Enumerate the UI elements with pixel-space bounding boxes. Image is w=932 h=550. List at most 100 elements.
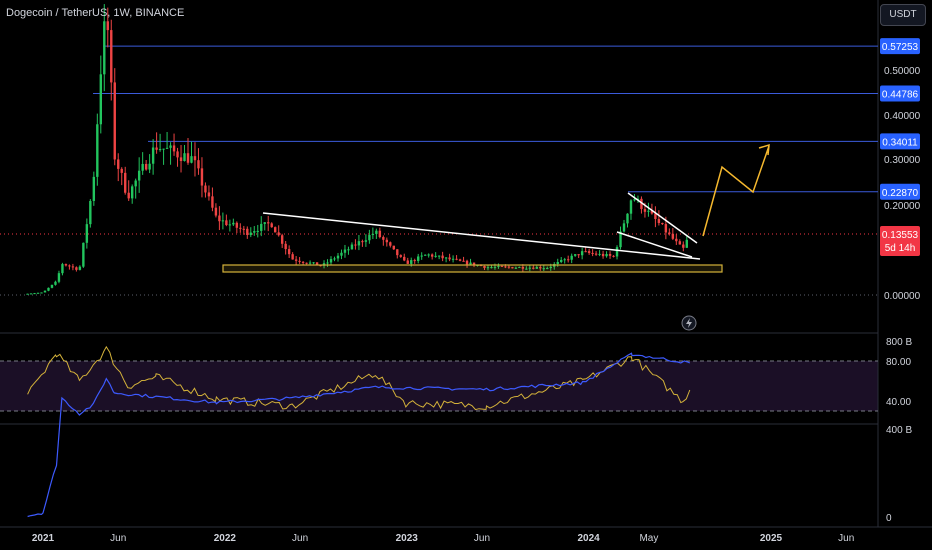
candle-body [64,264,68,266]
candle-body [605,254,608,257]
candle-body [50,284,54,288]
candle-body [155,147,158,150]
rsi-band [0,361,878,411]
candle-body [354,244,357,246]
candle-body [33,293,36,295]
candle-body [29,293,33,295]
candle-body [668,232,671,234]
candle-body [144,163,148,170]
candle-body [608,254,612,256]
candle-body [437,255,441,257]
candle-body [176,151,179,158]
candle-body [675,238,678,242]
time-axis-tick: 2025 [760,533,783,544]
candle-body [232,222,235,225]
candle-body [169,145,172,148]
candle-body [54,281,57,285]
price-axis-tick: 0.50000 [884,66,921,77]
candle-body [246,228,249,235]
candle-body [193,156,197,161]
candle-body [165,147,169,149]
candle-body [183,153,186,162]
level-label: 0.57253 [882,42,919,53]
candle-body [40,292,43,294]
candle-body [68,265,71,267]
candle-body [626,213,629,224]
candle-body [396,249,399,256]
candle-body [560,259,563,263]
candle-body [85,224,89,243]
candle-body [190,156,193,163]
candle-body [678,241,682,245]
candle-body [312,262,315,264]
candle-body [598,253,601,255]
price-axis-tick: 0.00000 [884,291,921,302]
candle-body [361,241,364,243]
time-axis-tick: Jun [110,533,126,544]
candle-body [601,253,605,257]
candle-body [664,224,668,233]
candlestick-series [26,4,688,295]
candle-body [211,196,214,208]
candle-body [253,231,256,233]
chart-canvas[interactable]: 0.50000 0.40000 0.30000 0.20000 0.00000 80.00… [0,0,932,550]
candle-body [629,200,633,214]
candle-body [399,255,402,257]
candle-body [242,228,246,230]
candle-body [364,240,368,242]
candle-body [573,254,577,256]
candle-body [305,262,308,264]
candle-body [43,290,47,293]
candle-body [430,254,434,257]
candle-body [239,227,242,229]
candle-body [89,200,92,225]
candle-body [403,256,406,261]
candle-body [110,30,113,83]
candle-body [441,255,444,259]
candle-body [420,255,423,257]
candle-body [458,259,462,261]
candle-body [225,220,228,226]
candle-body [423,254,427,256]
candle-body [280,235,284,244]
candle-body [685,239,688,248]
currency-button[interactable]: USDT [880,4,926,26]
candle-body [218,215,221,222]
candle-body [158,149,162,151]
candle-body [350,244,354,250]
candle-body [406,260,409,264]
countdown-label: 5d 14h [885,243,916,254]
candle-body [584,251,587,253]
candle-body [434,255,437,257]
price-axis-tick: 0.40000 [884,111,921,122]
time-axis-tick: Jun [474,533,490,544]
candle-body [326,262,329,264]
candle-body [26,293,29,295]
candle-body [385,239,389,243]
candle-body [392,245,395,250]
candle-body [78,266,82,270]
candle-body [612,255,615,257]
time-axis-tick: 2024 [578,533,601,544]
forecast-path [702,145,770,237]
candle-body [263,222,266,224]
candle-body [47,287,50,291]
candle-body [270,223,273,228]
candle-body [413,260,416,262]
time-axis-tick: 2021 [32,533,55,544]
candle-body [301,261,305,263]
candle-body [657,219,661,223]
candle-body [130,186,134,199]
time-axis-tick: Jun [838,533,854,544]
candle-body [71,266,75,268]
candle-body [661,222,664,225]
support-zone [222,264,723,273]
candle-body [451,258,455,260]
candle-body [343,249,347,253]
time-axis-tick: 2023 [396,533,419,544]
candle-body [162,148,165,150]
candle-body [274,227,277,233]
volume-axis-tick: 400 B [886,425,912,436]
candle-body [378,230,382,238]
candle-body [647,210,650,212]
